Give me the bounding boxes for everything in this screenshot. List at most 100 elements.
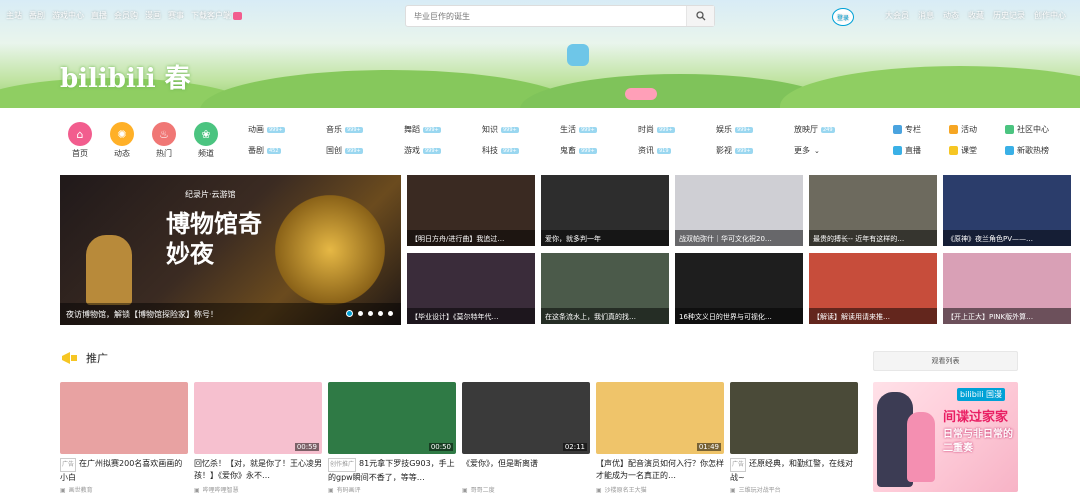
featured-tile[interactable]: 战双帕弥什｜华可文化祝20… <box>675 175 803 246</box>
site-logo[interactable]: bilibili 春 <box>60 58 191 95</box>
category-link[interactable]: 动画 999+ <box>248 124 326 135</box>
side-link[interactable]: 新歌热榜 <box>1005 145 1061 156</box>
category-link[interactable]: 番剧 452 <box>248 145 326 156</box>
carousel-dot[interactable] <box>378 311 383 316</box>
top-nav-item[interactable]: 创作中心 <box>1034 10 1066 21</box>
video-thumbnail[interactable]: 00:59 <box>194 382 322 454</box>
category-link[interactable]: 时尚 999+ <box>638 124 716 135</box>
top-nav-item[interactable]: 大会员 <box>885 10 909 21</box>
video-title[interactable]: 广告 还原经典，和勤红警，在线对战~ <box>730 458 858 482</box>
side-link-label: 课堂 <box>961 146 977 155</box>
watch-list-button[interactable]: 观看列表 <box>873 351 1018 371</box>
uploader[interactable]: ▣ 沙楼原名王大猫 <box>596 485 724 494</box>
video-title[interactable]: 【声优】配音演员如何入行？你怎样才能成为一名真正的… <box>596 458 724 482</box>
video-card[interactable]: 02:11 《爱你》，但是断离谱 ▣ 哥哥二度 <box>462 382 590 494</box>
side-link[interactable]: 社区中心 <box>1005 124 1061 135</box>
uploader[interactable]: ▣ 画世教育 <box>60 485 188 494</box>
top-nav-item[interactable]: 收藏 <box>968 10 984 21</box>
side-link[interactable]: 专栏 <box>893 124 949 135</box>
side-link[interactable]: 直播 <box>893 145 949 156</box>
top-nav-item[interactable]: 消息 <box>918 10 934 21</box>
category-link[interactable]: 娱乐 999+ <box>716 124 794 135</box>
top-nav-item[interactable]: 下载客户端 <box>191 10 242 21</box>
quick-link-0-icon[interactable]: ⌂ <box>68 122 92 146</box>
uploader[interactable]: ▣ 有码画评 <box>328 485 456 494</box>
featured-tile[interactable]: 【开上正大】PINK版外算… <box>943 253 1071 324</box>
featured-tile[interactable]: 《原神》夜兰角色PV——… <box>943 175 1071 246</box>
video-title-text: 《爱你》，但是断离谱 <box>462 459 538 468</box>
section-title: 推广 <box>86 352 108 365</box>
top-nav-item[interactable]: 历史记录 <box>993 10 1025 21</box>
quick-link-label[interactable]: 频道 <box>191 148 221 159</box>
top-nav-item[interactable]: 动态 <box>943 10 959 21</box>
promo-big-ad[interactable]: bilibili 国漫 间谍过家家 日常与非日常的二重奏 <box>873 382 1018 492</box>
quick-link-label[interactable]: 动态 <box>107 148 137 159</box>
login-avatar[interactable]: 登录 <box>832 8 854 26</box>
category-link[interactable]: 音乐 999+ <box>326 124 404 135</box>
featured-tile[interactable]: 最贵的搏长-- 近年有这样的… <box>809 175 937 246</box>
category-link[interactable]: 国创 999+ <box>326 145 404 156</box>
quick-link-label[interactable]: 首页 <box>65 148 95 159</box>
hero-carousel[interactable]: 纪录片·云游馆 博物馆奇妙夜 夜访博物馆，解锁【博物馆探险家】称号！ <box>60 175 401 325</box>
featured-tile[interactable]: 【毕业设计】《莫尔特年代… <box>407 253 535 324</box>
video-title[interactable]: 《爱你》，但是断离谱 <box>462 458 590 482</box>
side-link[interactable]: 课堂 <box>949 145 1005 156</box>
featured-tile[interactable]: 【明日方舟/进行曲】我追过… <box>407 175 535 246</box>
quick-link-1-icon[interactable]: ✺ <box>110 122 134 146</box>
video-duration: 00:50 <box>428 443 453 451</box>
top-nav-item[interactable]: 漫画 <box>145 10 161 21</box>
quick-link-label[interactable]: 热门 <box>149 148 179 159</box>
uploader[interactable]: ▣ 哔哩哔哩智慧 <box>194 485 322 494</box>
uploader[interactable]: ▣ 三维玩对战平台 <box>730 485 858 494</box>
category-link[interactable]: 舞蹈 999+ <box>404 124 482 135</box>
featured-tile[interactable]: 爱你，就多判一年 <box>541 175 669 246</box>
featured-tile[interactable]: 【解读】解读用请来推… <box>809 253 937 324</box>
banner-mascot <box>567 44 589 66</box>
category-link[interactable]: 生活 999+ <box>560 124 638 135</box>
category-name: 生活 <box>560 125 576 134</box>
top-nav-item[interactable]: 游戏中心 <box>52 10 84 21</box>
search-button[interactable] <box>686 6 714 26</box>
video-thumbnail[interactable]: 00:50 <box>328 382 456 454</box>
video-card[interactable]: 00:50 创作推广 81元拿下罗技G903，手上的gpw瞬间不香了，等等… ▣ 有码画… <box>328 382 456 494</box>
category-link[interactable]: 资讯 919 <box>638 145 716 156</box>
category-link[interactable]: 放映厅 249 <box>794 124 872 135</box>
top-nav-item[interactable]: 赛事 <box>168 10 184 21</box>
video-card[interactable]: 广告 在广州拟赛200名喜欢画画的小白 ▣ 画世教育 <box>60 382 188 494</box>
quick-link-3-icon[interactable]: ❀ <box>194 122 218 146</box>
category-link[interactable]: 科技 999+ <box>482 145 560 156</box>
category-name: 娱乐 <box>716 125 732 134</box>
uploader-name: 画世教育 <box>68 487 93 494</box>
video-thumbnail[interactable] <box>730 382 858 454</box>
top-nav-item[interactable]: 会员购 <box>114 10 138 21</box>
featured-tile[interactable]: 在这条流水上，我们真的找… <box>541 253 669 324</box>
search-input[interactable] <box>406 6 676 26</box>
category-link[interactable]: 影视 999+ <box>716 145 794 156</box>
category-link[interactable]: 知识 999+ <box>482 124 560 135</box>
top-nav-item[interactable]: 直播 <box>91 10 107 21</box>
video-card[interactable]: 00:59 回忆杀！【对，就是你了！王心凌男孩！】《爱你》永不… ▣ 哔哩哔哩智慧 <box>194 382 322 494</box>
category-link[interactable]: 鬼畜 999+ <box>560 145 638 156</box>
category-link[interactable]: 更多 ⌄ <box>794 145 872 156</box>
carousel-dot[interactable] <box>368 311 373 316</box>
category-link[interactable]: 游戏 999+ <box>404 145 482 156</box>
carousel-dot[interactable] <box>346 310 353 317</box>
video-card[interactable]: 01:49 【声优】配音演员如何入行？你怎样才能成为一名真正的… ▣ 沙楼原名王大猫 <box>596 382 724 494</box>
video-thumbnail[interactable] <box>60 382 188 454</box>
quick-link-2-icon[interactable]: ♨ <box>152 122 176 146</box>
top-nav-item[interactable]: 主站 <box>6 10 22 21</box>
carousel-statue <box>86 235 132 305</box>
side-link[interactable]: 活动 <box>949 124 1005 135</box>
video-title[interactable]: 创作推广 81元拿下罗技G903，手上的gpw瞬间不香了，等等… <box>328 458 456 482</box>
carousel-dot[interactable] <box>388 311 393 316</box>
uploader[interactable]: ▣ 哥哥二度 <box>462 485 590 494</box>
video-thumbnail[interactable]: 02:11 <box>462 382 590 454</box>
video-title[interactable]: 回忆杀！【对，就是你了！王心凌男孩！】《爱你》永不… <box>194 458 322 482</box>
featured-tile[interactable]: 16种文义日的世界与可视化… <box>675 253 803 324</box>
side-link-label: 活动 <box>961 125 977 134</box>
video-card[interactable]: 广告 还原经典，和勤红警，在线对战~ ▣ 三维玩对战平台 <box>730 382 858 494</box>
video-title[interactable]: 广告 在广州拟赛200名喜欢画画的小白 <box>60 458 188 482</box>
carousel-dot[interactable] <box>358 311 363 316</box>
video-thumbnail[interactable]: 01:49 <box>596 382 724 454</box>
top-nav-item[interactable]: 番剧 <box>29 10 45 21</box>
